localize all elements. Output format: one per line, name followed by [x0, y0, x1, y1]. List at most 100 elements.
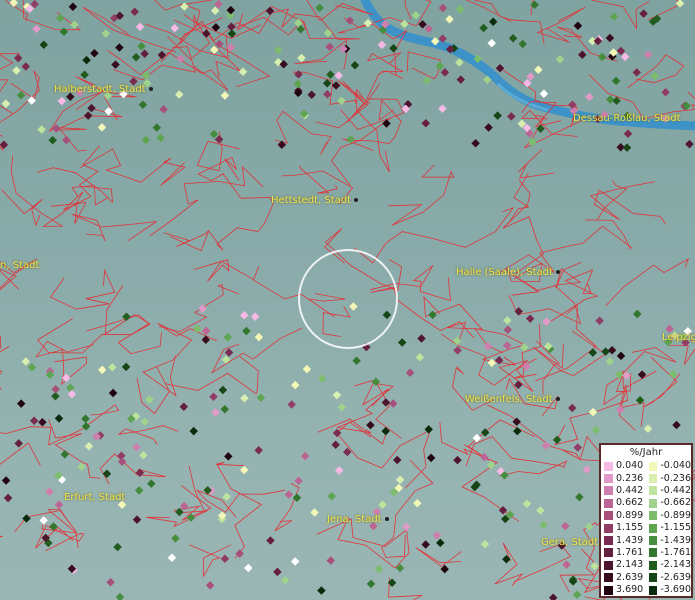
measurement-point[interactable] [90, 48, 99, 58]
measurement-point[interactable] [135, 468, 145, 478]
measurement-point[interactable] [108, 363, 117, 372]
measurement-point[interactable] [633, 309, 642, 319]
measurement-point[interactable] [350, 61, 360, 70]
measurement-point[interactable] [82, 55, 91, 65]
measurement-point[interactable] [325, 42, 334, 52]
measurement-point[interactable] [572, 590, 582, 599]
measurement-point[interactable] [135, 22, 145, 32]
measurement-point[interactable] [326, 70, 335, 79]
measurement-point[interactable] [539, 89, 549, 99]
measurement-point[interactable] [428, 310, 437, 320]
measurement-point[interactable] [209, 129, 219, 139]
measurement-point[interactable] [310, 508, 319, 517]
measurement-point[interactable] [487, 38, 496, 48]
measurement-point[interactable] [472, 433, 482, 443]
measurement-point[interactable] [522, 499, 532, 509]
measurement-point[interactable] [16, 399, 26, 408]
measurement-point[interactable] [366, 420, 375, 430]
measurement-point[interactable] [637, 370, 647, 379]
measurement-point[interactable] [455, 4, 465, 14]
measurement-point[interactable] [672, 420, 681, 430]
measurement-point[interactable] [139, 450, 148, 460]
measurement-point[interactable] [97, 123, 107, 132]
measurement-point[interactable] [415, 352, 425, 362]
measurement-point[interactable] [366, 579, 376, 589]
measurement-point[interactable] [650, 71, 660, 81]
measurement-point[interactable] [584, 522, 594, 531]
measurement-point[interactable] [0, 140, 9, 149]
measurement-point[interactable] [555, 55, 565, 64]
measurement-point[interactable] [214, 135, 224, 144]
measurement-point[interactable] [81, 422, 91, 431]
measurement-point[interactable] [609, 12, 619, 21]
measurement-point[interactable] [422, 76, 432, 86]
measurement-point[interactable] [337, 402, 347, 412]
measurement-point[interactable] [337, 96, 346, 105]
measurement-point[interactable] [588, 407, 598, 417]
map-canvas[interactable]: Halberstadt, Stadt Dessau-Roßlau, Stadt … [0, 0, 695, 600]
measurement-point[interactable] [273, 567, 282, 577]
measurement-point[interactable] [192, 324, 202, 334]
measurement-point[interactable] [1, 99, 11, 109]
measurement-point[interactable] [601, 347, 610, 356]
measurement-point[interactable] [27, 362, 37, 372]
measurement-point[interactable] [661, 87, 670, 97]
measurement-point[interactable] [12, 66, 21, 75]
measurement-point[interactable] [3, 493, 13, 503]
measurement-point[interactable] [371, 377, 381, 387]
measurement-point[interactable] [48, 136, 57, 145]
measurement-point[interactable] [395, 563, 405, 573]
measurement-point[interactable] [424, 24, 433, 34]
measurement-point[interactable] [573, 21, 583, 30]
measurement-point[interactable] [9, 0, 19, 7]
measurement-point[interactable] [242, 326, 251, 336]
measurement-point[interactable] [240, 311, 249, 320]
measurement-point[interactable] [220, 404, 230, 414]
measurement-point[interactable] [68, 2, 78, 11]
measurement-point[interactable] [323, 28, 333, 38]
measurement-point[interactable] [421, 540, 430, 549]
measurement-point[interactable] [381, 426, 390, 436]
measurement-point[interactable] [536, 506, 545, 515]
measurement-point[interactable] [483, 341, 493, 351]
measurement-point[interactable] [479, 452, 489, 462]
measurement-point[interactable] [392, 455, 402, 465]
measurement-point[interactable] [137, 41, 146, 51]
measurement-point[interactable] [14, 439, 23, 448]
measurement-point[interactable] [494, 356, 504, 365]
measurement-point[interactable] [525, 314, 535, 323]
measurement-point[interactable] [130, 7, 139, 16]
measurement-point[interactable] [101, 29, 111, 38]
measurement-point[interactable] [265, 6, 275, 16]
measurement-point[interactable] [323, 89, 332, 99]
measurement-point[interactable] [45, 487, 54, 496]
measurement-point[interactable] [156, 133, 165, 143]
measurement-point[interactable] [334, 71, 343, 80]
measurement-point[interactable] [435, 61, 445, 71]
measurement-point[interactable] [440, 68, 450, 77]
measurement-point[interactable] [201, 326, 211, 336]
measurement-point[interactable] [220, 91, 230, 100]
measurement-point[interactable] [29, 416, 39, 426]
measurement-point[interactable] [21, 62, 31, 71]
measurement-point[interactable] [582, 465, 592, 474]
measurement-point[interactable] [315, 3, 324, 13]
measurement-point[interactable] [539, 520, 548, 530]
measurement-point[interactable] [81, 414, 90, 424]
measurement-point[interactable] [179, 402, 189, 412]
measurement-point[interactable] [220, 554, 230, 563]
measurement-point[interactable] [378, 500, 387, 510]
measurement-point[interactable] [590, 561, 599, 571]
measurement-point[interactable] [240, 393, 249, 403]
measurement-point[interactable] [471, 139, 480, 148]
measurement-point[interactable] [567, 403, 577, 413]
measurement-point[interactable] [140, 417, 150, 427]
measurement-point[interactable] [280, 576, 290, 585]
measurement-point[interactable] [121, 362, 131, 372]
measurement-point[interactable] [254, 332, 264, 342]
measurement-point[interactable] [145, 395, 154, 404]
measurement-point[interactable] [300, 451, 310, 461]
measurement-point[interactable] [140, 49, 149, 59]
measurement-point[interactable] [685, 139, 694, 149]
selection-circle[interactable] [298, 249, 398, 349]
